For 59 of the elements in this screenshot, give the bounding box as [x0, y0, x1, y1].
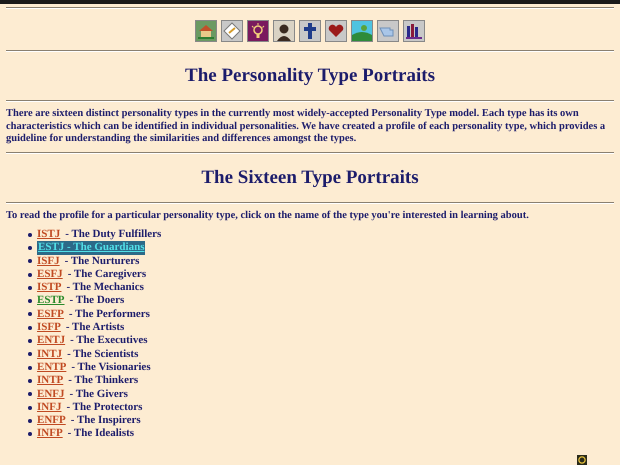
- section-heading: The Sixteen Type Portraits: [200, 166, 420, 188]
- type-name: - The Protectors: [66, 400, 142, 414]
- type-link[interactable]: ISFP: [37, 321, 61, 334]
- bullet-icon: [28, 286, 32, 290]
- bullet-icon: [28, 406, 32, 410]
- type-name: - The Thinkers: [68, 374, 138, 388]
- bullet-icon: [28, 432, 32, 436]
- intro-paragraph: There are sixteen distinct personality types in the currently most widely-accepted Personality Type model. Each type has its own characteristics which can be identified in individual personalities. We have created a profile of each personality type, which provides a guideline for understanding the similarities and differences amongst the types.: [6, 108, 606, 146]
- house-icon[interactable]: [195, 20, 217, 42]
- type-name: - The Nurturers: [64, 254, 140, 268]
- bullet-icon: [28, 272, 32, 277]
- cross-icon[interactable]: [299, 20, 321, 42]
- bullet-icon: [28, 326, 32, 330]
- type-link[interactable]: ENFP: [37, 414, 66, 428]
- type-link[interactable]: INTP: [37, 374, 64, 388]
- bullet-icon: [28, 378, 32, 383]
- type-link[interactable]: ESFJ: [37, 268, 63, 282]
- bullet-icon: [28, 312, 32, 316]
- type-name: - The Idealists: [68, 427, 134, 441]
- bullet-icon: [28, 339, 32, 344]
- type-link[interactable]: ISTP: [37, 281, 62, 294]
- bullet-icon: [28, 366, 32, 370]
- type-link[interactable]: ENTJ: [37, 334, 66, 348]
- type-name: - The Artists: [66, 321, 124, 334]
- bullet-icon: [28, 259, 32, 264]
- type-name: - The Givers: [70, 388, 128, 401]
- type-link[interactable]: ESTP: [37, 294, 65, 308]
- heart-icon[interactable]: [325, 20, 347, 42]
- type-link[interactable]: ESTJ - The Guardians: [37, 241, 146, 255]
- type-link[interactable]: ENTP: [37, 360, 66, 374]
- instruction-text: To read the profile for a particular personality type, click on the name of the type you're interested in learning about.: [6, 210, 530, 222]
- type-link[interactable]: INFJ: [37, 400, 62, 414]
- lightbulb-icon[interactable]: [247, 20, 269, 42]
- page-title: The Personality Type Portraits: [184, 65, 436, 87]
- person-icon[interactable]: [273, 20, 295, 42]
- type-link[interactable]: ISTJ: [37, 228, 60, 242]
- type-link[interactable]: ENFJ: [37, 388, 64, 401]
- type-name: - The Executives: [70, 334, 148, 348]
- type-name: - The Duty Fulfillers: [65, 228, 162, 242]
- type-name: - The Inspirers: [70, 414, 141, 428]
- at-sign-icon[interactable]: [574, 455, 590, 465]
- note-icon[interactable]: [221, 20, 243, 42]
- bullet-icon: [28, 352, 32, 356]
- bullet-icon: [28, 392, 32, 396]
- bullet-icon: [28, 246, 32, 250]
- type-link[interactable]: ESFP: [37, 308, 64, 322]
- type-link[interactable]: INTJ: [37, 348, 62, 361]
- type-name: - The Visionaries: [71, 360, 151, 374]
- type-name: - The Performers: [68, 308, 150, 322]
- bullet-icon: [28, 418, 32, 423]
- type-link[interactable]: ISFJ: [37, 254, 60, 268]
- type-name: - The Mechanics: [66, 281, 144, 294]
- bullet-icon: [28, 299, 32, 304]
- type-name: - The Caregivers: [68, 268, 146, 282]
- type-name: - The Scientists: [67, 348, 138, 361]
- type-link[interactable]: INFP: [37, 427, 63, 441]
- bullet-icon: [28, 232, 32, 237]
- books-icon[interactable]: [403, 20, 425, 42]
- type-name: - The Doers: [70, 294, 124, 308]
